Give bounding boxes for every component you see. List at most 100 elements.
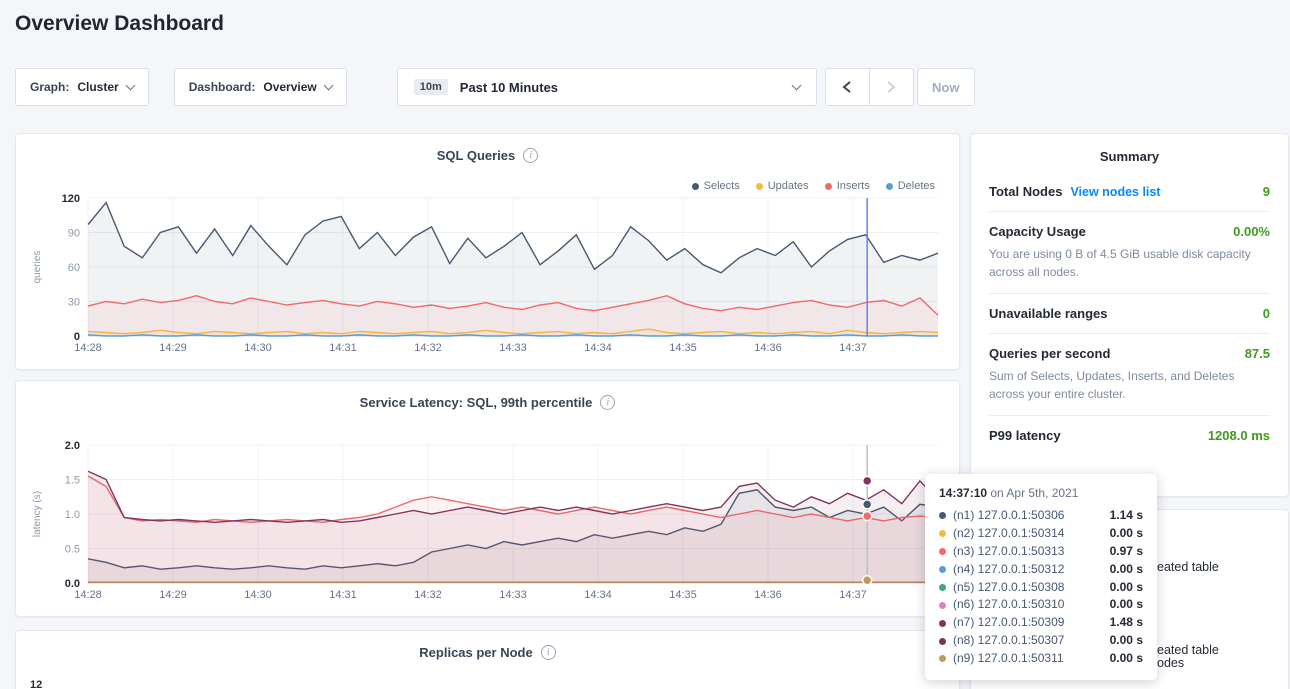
- sql-queries-chart-panel: SQL Queries SelectsUpdatesInsertsDeletes…: [15, 133, 960, 370]
- tooltip-node-label: (n3) 127.0.0.1:50313: [953, 543, 1064, 561]
- svg-text:14:37: 14:37: [839, 589, 867, 601]
- svg-text:2.0: 2.0: [65, 440, 80, 452]
- chart-title: Replicas per Node: [419, 645, 532, 660]
- summary-item: Capacity Usage0.00%You are using 0 B of …: [989, 211, 1270, 293]
- tooltip-row: (n2) 127.0.0.1:503140.00 s: [939, 525, 1143, 543]
- summary-item-description: You are using 0 B of 4.5 GiB usable disk…: [989, 245, 1270, 281]
- svg-text:latency (s): latency (s): [32, 491, 43, 537]
- svg-text:14:30: 14:30: [244, 589, 272, 601]
- tooltip-node-value: 0.00 s: [1110, 579, 1143, 597]
- svg-text:1.0: 1.0: [65, 509, 80, 521]
- svg-text:60: 60: [68, 262, 80, 274]
- svg-text:14:29: 14:29: [159, 342, 187, 354]
- chevron-down-icon: [323, 80, 333, 90]
- svg-text:14:30: 14:30: [244, 342, 272, 354]
- node-color-dot-icon: [939, 584, 946, 591]
- tooltip-node-label: (n7) 127.0.0.1:50309: [953, 614, 1064, 632]
- svg-text:14:32: 14:32: [414, 589, 442, 601]
- graph-dropdown-label: Graph:: [30, 80, 69, 94]
- summary-item: Unavailable ranges0: [989, 293, 1270, 333]
- node-color-dot-icon: [939, 548, 946, 555]
- svg-text:14:31: 14:31: [329, 589, 357, 601]
- time-prev-button[interactable]: [825, 68, 870, 106]
- svg-text:14:36: 14:36: [754, 342, 782, 354]
- summary-item-value: 87.5: [1245, 346, 1270, 361]
- svg-text:14:28: 14:28: [74, 342, 102, 354]
- legend-dot-icon: [886, 183, 893, 190]
- svg-text:14:35: 14:35: [669, 589, 697, 601]
- info-icon[interactable]: [523, 148, 538, 163]
- dashboard-dropdown-value: Overview: [263, 80, 316, 94]
- svg-text:14:32: 14:32: [414, 342, 442, 354]
- tooltip-row: (n9) 127.0.0.1:50311 0.00 s: [939, 650, 1143, 668]
- info-icon[interactable]: [541, 645, 556, 660]
- node-color-dot-icon: [939, 530, 946, 537]
- sql-queries-plot[interactable]: 030609012014:2814:2914:3014:3114:3214:33…: [28, 190, 948, 358]
- tooltip-node-value: 0.00 s: [1110, 650, 1143, 668]
- node-color-dot-icon: [939, 638, 946, 645]
- svg-text:14:33: 14:33: [499, 342, 527, 354]
- tooltip-node-label: (n9) 127.0.0.1:50311: [953, 650, 1064, 668]
- tooltip-row: (n5) 127.0.0.1:50308 0.00 s: [939, 579, 1143, 597]
- tooltip-node-label: (n4) 127.0.0.1:50312: [953, 561, 1064, 579]
- service-latency-chart-panel: Service Latency: SQL, 99th percentile 0.…: [15, 380, 960, 617]
- tooltip-row: (n7) 127.0.0.1:503091.48 s: [939, 614, 1143, 632]
- summary-item-label: P99 latency: [989, 428, 1061, 443]
- dashboard-dropdown[interactable]: Dashboard: Overview: [174, 68, 347, 106]
- page-title: Overview Dashboard: [15, 12, 224, 36]
- svg-text:queries: queries: [32, 251, 43, 284]
- info-icon[interactable]: [600, 395, 615, 410]
- chart-title: Service Latency: SQL, 99th percentile: [360, 395, 593, 410]
- tooltip-time: 14:37:10: [939, 486, 987, 500]
- tooltip-node-value: 0.97 s: [1110, 543, 1143, 561]
- chevron-left-icon: [842, 80, 852, 94]
- node-color-dot-icon: [939, 566, 946, 573]
- y-axis-tick-label: 12: [30, 679, 42, 689]
- summary-item-row: P99 latency 1208.0 ms: [989, 428, 1270, 443]
- tooltip-node-value: 1.14 s: [1110, 507, 1143, 525]
- now-button[interactable]: Now: [917, 68, 975, 106]
- tooltip-row: (n1) 127.0.0.1:503061.14 s: [939, 507, 1143, 525]
- svg-text:120: 120: [62, 193, 80, 205]
- chart-title: SQL Queries: [437, 148, 516, 163]
- view-nodes-list-link[interactable]: View nodes list: [1070, 185, 1160, 199]
- time-nav-buttons: [825, 68, 914, 106]
- node-color-dot-icon: [939, 655, 946, 662]
- tooltip-node-label: (n8) 127.0.0.1:50307: [953, 632, 1064, 650]
- svg-text:14:31: 14:31: [329, 342, 357, 354]
- graph-dropdown-value: Cluster: [77, 80, 118, 94]
- svg-text:14:35: 14:35: [669, 342, 697, 354]
- time-range-dropdown[interactable]: 10m Past 10 Minutes: [397, 68, 817, 106]
- summary-items: Total NodesView nodes list9Capacity Usag…: [971, 172, 1288, 455]
- summary-item-value: 0.00%: [1233, 224, 1270, 239]
- summary-item-row: Unavailable ranges0: [989, 306, 1270, 321]
- tooltip-row: (n6) 127.0.0.1:503100.00 s: [939, 596, 1143, 614]
- tooltip-node-value: 0.00 s: [1110, 596, 1143, 614]
- summary-item: P99 latency 1208.0 ms: [989, 415, 1270, 455]
- time-next-button[interactable]: [869, 68, 914, 106]
- summary-item-label: Queries per second: [989, 346, 1110, 361]
- summary-item-row: Queries per second 87.5: [989, 346, 1270, 361]
- svg-text:30: 30: [68, 297, 80, 309]
- tooltip-timestamp: 14:37:10 on Apr 5th, 2021: [939, 486, 1143, 500]
- tooltip-node-value: 0.00 s: [1110, 632, 1143, 650]
- time-range-value: Past 10 Minutes: [460, 80, 558, 95]
- summary-item-value: 1208.0 ms: [1208, 428, 1270, 443]
- summary-item: Total NodesView nodes list9: [989, 172, 1270, 211]
- svg-text:14:28: 14:28: [74, 589, 102, 601]
- svg-text:14:34: 14:34: [584, 589, 612, 601]
- graph-scope-dropdown[interactable]: Graph: Cluster: [15, 68, 149, 106]
- legend-dot-icon: [825, 183, 832, 190]
- tooltip-row: (n8) 127.0.0.1:50307 0.00 s: [939, 632, 1143, 650]
- replicas-per-node-chart-panel: Replicas per Node 12: [15, 630, 960, 689]
- legend-dot-icon: [692, 183, 699, 190]
- summary-item-description: Sum of Selects, Updates, Inserts, and De…: [989, 367, 1270, 403]
- svg-text:14:36: 14:36: [754, 589, 782, 601]
- tooltip-node-value: 0.00 s: [1110, 525, 1143, 543]
- tooltip-node-label: (n5) 127.0.0.1:50308: [953, 579, 1064, 597]
- overview-dashboard-page: Overview Dashboard Graph: Cluster Dashbo…: [0, 0, 1290, 689]
- svg-text:1.5: 1.5: [65, 475, 80, 487]
- chevron-right-icon: [886, 80, 896, 94]
- summary-panel: Summary Total NodesView nodes list9Capac…: [970, 133, 1289, 497]
- service-latency-plot[interactable]: 0.00.51.01.52.014:2814:2914:3014:3114:32…: [28, 437, 948, 605]
